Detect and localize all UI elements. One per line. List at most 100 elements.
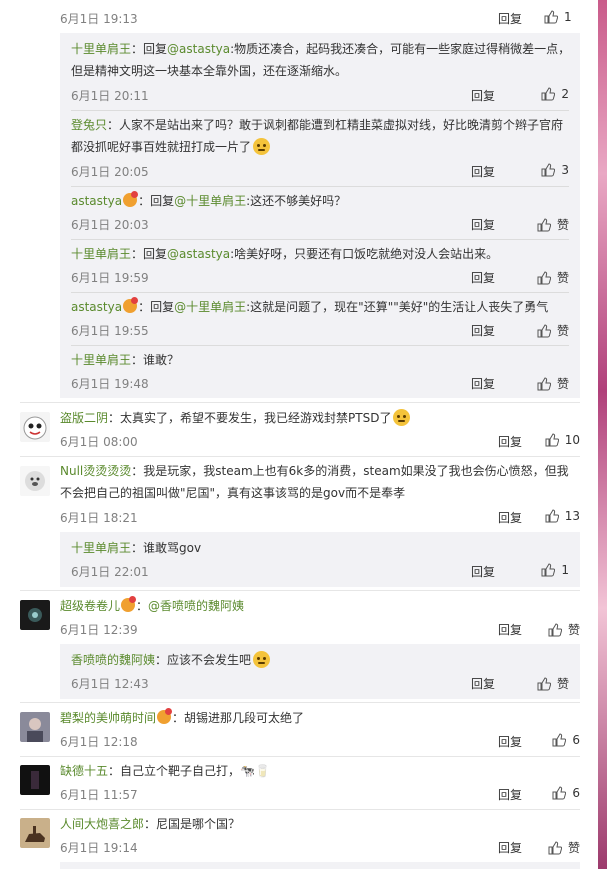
- like-button[interactable]: 赞: [537, 375, 569, 392]
- reply-button[interactable]: 回复: [471, 87, 495, 104]
- comment-text: :啥美好呀，只要还有口饭吃就绝对没人会站出来。: [230, 247, 499, 261]
- avatar[interactable]: [20, 765, 50, 795]
- thumbs-up-icon: [548, 622, 562, 636]
- photo-avatar-icon: [20, 712, 50, 742]
- background-image: [598, 0, 607, 869]
- avatar[interactable]: [20, 712, 50, 742]
- sub-comment: 十里单肩王：谁敢骂gov: [71, 541, 202, 555]
- like-button[interactable]: 赞: [537, 269, 569, 286]
- comment-time: 6月1日 19:13: [60, 12, 138, 26]
- reply-button[interactable]: 回复: [471, 163, 495, 180]
- like-button[interactable]: 1: [541, 563, 569, 577]
- avatar[interactable]: [20, 466, 50, 496]
- reply-button[interactable]: 回复: [471, 322, 495, 339]
- mention-link[interactable]: @astastya: [167, 247, 230, 261]
- comment-time: 6月1日 20:03: [71, 218, 149, 232]
- reply-button[interactable]: 回复: [471, 563, 495, 580]
- reply-button[interactable]: 回复: [498, 433, 522, 450]
- like-count: 2: [561, 87, 569, 101]
- like-count: 10: [564, 433, 580, 447]
- username-link[interactable]: 十里单肩王: [71, 541, 131, 555]
- comment: 人间大炮喜之郎：尼国是哪个国？: [60, 817, 241, 831]
- avatar[interactable]: [20, 600, 50, 630]
- username-link[interactable]: Null烫烫烫烫: [60, 464, 131, 478]
- horse-rider-avatar-icon: [20, 818, 50, 848]
- reply-button[interactable]: 回复: [471, 216, 495, 233]
- username-link[interactable]: 十里单肩王: [71, 42, 131, 56]
- like-button[interactable]: 10: [545, 433, 580, 447]
- reply-button[interactable]: 回复: [498, 621, 522, 638]
- comment-text: 谁敢骂gov: [143, 541, 202, 555]
- like-button[interactable]: 赞: [537, 322, 569, 339]
- vip-badge-icon: [123, 297, 139, 313]
- like-button[interactable]: 13: [545, 509, 580, 523]
- reply-button[interactable]: 回复: [498, 733, 522, 750]
- like-button[interactable]: 赞: [548, 839, 580, 856]
- avatar[interactable]: [20, 818, 50, 848]
- emoji-icon: [393, 409, 411, 426]
- comment-time: 6月1日 20:11: [71, 89, 149, 103]
- reply-button[interactable]: 回复: [498, 509, 522, 526]
- reply-button[interactable]: 回复: [471, 375, 495, 392]
- username-link[interactable]: 碧梨的美帅萌时间: [60, 711, 156, 725]
- like-button[interactable]: 1: [544, 10, 580, 24]
- sub-comments: 香喷喷的魏阿姨：应该不会发生吧 6月1日 12:43 回复 赞: [60, 644, 580, 699]
- comment-text: :这就是问题了，现在"还算""美好"的生活让人丧失了勇气: [246, 300, 549, 314]
- like-count: 6: [572, 733, 580, 747]
- comment-meta: 6月1日 18:21 回复 13: [60, 509, 580, 525]
- comment: 盗版二阴：太真实了，希望不要发生，我已经游戏封禁PTSD了: [60, 407, 580, 429]
- like-count: 赞: [556, 377, 569, 391]
- sub-comment: 十里单肩王：回复@astastya:物质还凑合，起码我还凑合，可能有一些家庭过得…: [71, 42, 571, 78]
- like-button[interactable]: 赞: [537, 216, 569, 233]
- reply-button[interactable]: 回复: [471, 675, 495, 692]
- emoji-icon: [253, 651, 271, 668]
- like-button[interactable]: 6: [552, 786, 580, 800]
- username-link[interactable]: 缺德十五: [60, 764, 108, 778]
- like-count: 赞: [567, 841, 580, 855]
- like-button[interactable]: 6: [552, 733, 580, 747]
- like-count: 赞: [556, 271, 569, 285]
- username-link[interactable]: astastya: [71, 194, 122, 208]
- mention-link[interactable]: @astastya: [167, 42, 230, 56]
- comment-text: 自己立个靶子自己打，: [120, 764, 241, 778]
- like-button[interactable]: 赞: [548, 621, 580, 638]
- comment-time: 6月1日 12:18: [60, 735, 138, 749]
- thumbs-up-icon: [548, 840, 562, 854]
- bear-avatar-icon: [20, 466, 50, 496]
- username-link[interactable]: 超级卷卷儿: [60, 599, 120, 613]
- vip-badge-icon: [157, 708, 173, 724]
- avatar[interactable]: [20, 412, 50, 442]
- username-link[interactable]: 香喷喷的魏阿姨: [71, 653, 155, 667]
- username-link[interactable]: 登兔只: [71, 118, 107, 132]
- comment-text: 胡锡进那几段可太绝了: [184, 711, 305, 725]
- thumbs-up-icon: [537, 270, 551, 284]
- reply-button[interactable]: 回复: [471, 269, 495, 286]
- username-link[interactable]: astastya: [71, 300, 122, 314]
- username-link[interactable]: 人间大炮喜之郎: [60, 817, 144, 831]
- like-count: 赞: [556, 324, 569, 338]
- sub-comment: 登兔只：人家不是站出来了吗？敢于讽刺都能遭到杠精韭菜虚拟对线，好比晚清剪个辫子官…: [71, 118, 564, 155]
- like-count: 3: [561, 163, 569, 177]
- sub-comments: [60, 862, 580, 869]
- mention-link[interactable]: @十里单肩王: [174, 300, 246, 314]
- dark-avatar-icon: [20, 600, 50, 630]
- like-count: 赞: [556, 218, 569, 232]
- like-button[interactable]: 2: [541, 87, 569, 101]
- thumbs-up-icon: [537, 323, 551, 337]
- username-link[interactable]: 十里单肩王: [71, 353, 131, 367]
- mention-link[interactable]: @香喷喷的魏阿姨: [148, 599, 244, 613]
- comment-feed: 6月1日 19:13 回复 1 十里单肩王：回复@astastya:物质还凑合，…: [0, 0, 598, 869]
- like-button[interactable]: 3: [541, 163, 569, 177]
- like-count: 赞: [567, 623, 580, 637]
- mention-link[interactable]: @十里单肩王: [174, 194, 246, 208]
- like-button[interactable]: 赞: [537, 675, 569, 692]
- like-count: 13: [564, 509, 580, 523]
- comment-time: 6月1日 20:05: [71, 165, 149, 179]
- reply-button[interactable]: 回复: [498, 786, 522, 803]
- username-link[interactable]: 盗版二阴: [60, 411, 108, 425]
- reply-button[interactable]: 回复: [498, 10, 522, 27]
- reply-button[interactable]: 回复: [498, 839, 522, 856]
- comment: 超级卷卷儿 ：@香喷喷的魏阿姨: [60, 596, 245, 613]
- username-link[interactable]: 十里单肩王: [71, 247, 131, 261]
- comment-meta: 6月1日 19:14 回复 赞: [60, 839, 580, 855]
